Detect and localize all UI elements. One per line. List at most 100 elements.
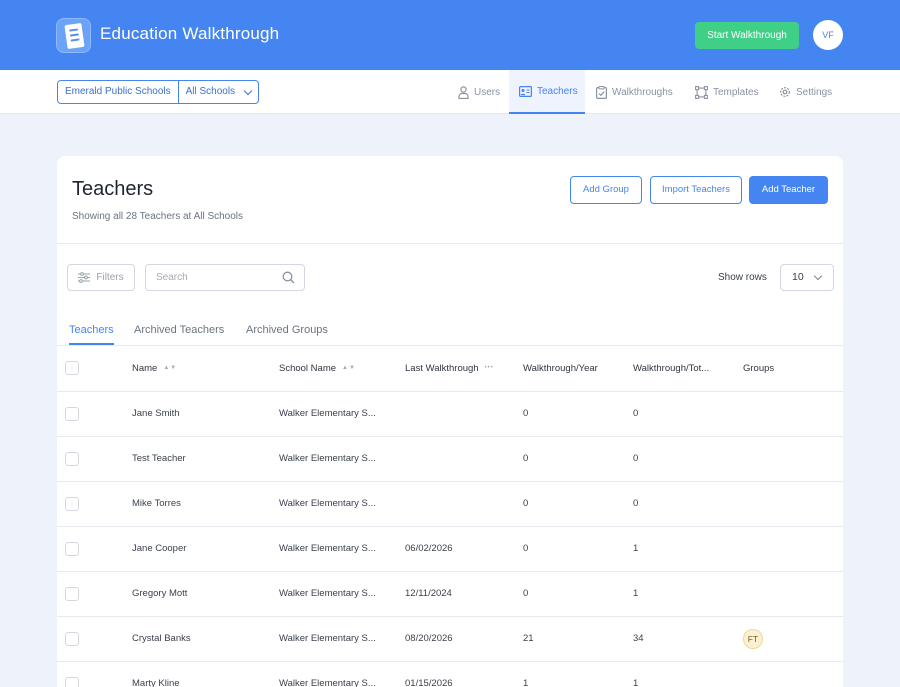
filters-label: Filters bbox=[96, 272, 124, 283]
table-row[interactable]: Jane Cooper Walker Elementary S... 06/02… bbox=[57, 526, 843, 572]
teacher-name[interactable]: Jane Cooper bbox=[132, 526, 279, 572]
chevron-down-icon bbox=[243, 86, 253, 95]
more-icon[interactable]: ••• bbox=[485, 365, 494, 371]
column-header-last-walkthrough[interactable]: Last Walkthrough ••• bbox=[405, 346, 523, 392]
teachers-table: Name ▲▼ School Name ▲▼ Last Walkthrough •••… bbox=[57, 346, 843, 687]
teachers-card: Teachers Showing all 28 Teachers at All … bbox=[57, 156, 843, 687]
row-checkbox[interactable] bbox=[65, 541, 79, 556]
school-name: Walker Elementary S... bbox=[279, 391, 405, 437]
nav-tab-teachers[interactable]: Teachers bbox=[509, 70, 585, 114]
school-scope-dropdown[interactable]: All Schools bbox=[179, 81, 258, 103]
sort-icon[interactable]: ▲▼ bbox=[163, 365, 177, 371]
column-header-name[interactable]: Name ▲▼ bbox=[132, 346, 279, 392]
nav-tab-users[interactable]: Users bbox=[458, 70, 500, 114]
walkthroughs-total: 1 bbox=[633, 661, 743, 687]
add-teacher-button[interactable]: Add Teacher bbox=[749, 176, 828, 204]
start-walkthrough-button[interactable]: Start Walkthrough bbox=[695, 22, 799, 49]
teacher-name[interactable]: Marty Kline bbox=[132, 661, 279, 687]
nav-label-teachers: Teachers bbox=[537, 85, 578, 97]
teacher-name[interactable]: Crystal Banks bbox=[132, 616, 279, 662]
last-walkthrough bbox=[405, 391, 523, 437]
page-subtitle: Showing all 28 Teachers at All Schools bbox=[72, 211, 244, 222]
app-header: Education Walkthrough Start Walkthrough … bbox=[0, 0, 900, 70]
sort-icon[interactable]: ▲▼ bbox=[342, 365, 356, 371]
group-badge[interactable]: FT bbox=[743, 628, 763, 649]
column-header-walkthrough-year[interactable]: Walkthrough/Year bbox=[523, 346, 633, 392]
table-row[interactable]: Gregory Mott Walker Elementary S... 12/1… bbox=[57, 571, 843, 617]
nav-label-settings: Settings bbox=[796, 86, 833, 98]
school-name: Walker Elementary S... bbox=[279, 661, 405, 687]
teacher-name[interactable]: Mike Torres bbox=[132, 481, 279, 527]
walkthroughs-year: 0 bbox=[523, 436, 633, 482]
sub-navigation: Emerald Public Schools All Schools Users… bbox=[0, 70, 900, 114]
school-name: Walker Elementary S... bbox=[279, 571, 405, 617]
page-title: Teachers bbox=[72, 178, 154, 200]
table-row[interactable]: Jane Smith Walker Elementary S... 0 0 bbox=[57, 391, 843, 437]
school-name: Walker Elementary S... bbox=[279, 481, 405, 527]
clipboard-logo-icon bbox=[56, 18, 91, 53]
groups-cell: FT bbox=[743, 616, 843, 662]
walkthroughs-year: 21 bbox=[523, 616, 633, 662]
row-checkbox[interactable] bbox=[65, 496, 79, 511]
groups-cell bbox=[743, 526, 843, 572]
column-header-groups[interactable]: Groups bbox=[743, 346, 843, 392]
sliders-icon bbox=[78, 272, 91, 283]
table-header-row: Name ▲▼ School Name ▲▼ Last Walkthrough •••… bbox=[57, 346, 843, 392]
tab-teachers[interactable]: Teachers bbox=[69, 324, 114, 345]
row-checkbox[interactable] bbox=[65, 676, 79, 687]
chevron-down-icon bbox=[813, 271, 823, 281]
last-walkthrough: 12/11/2024 bbox=[405, 571, 523, 617]
row-checkbox[interactable] bbox=[65, 406, 79, 421]
select-all-checkbox[interactable] bbox=[65, 361, 79, 376]
tab-archived-teachers[interactable]: Archived Teachers bbox=[134, 324, 224, 343]
table-row[interactable]: Crystal Banks Walker Elementary S... 08/… bbox=[57, 616, 843, 662]
import-teachers-button[interactable]: Import Teachers bbox=[650, 176, 742, 204]
tab-archived-groups[interactable]: Archived Groups bbox=[246, 324, 328, 343]
add-group-button[interactable]: Add Group bbox=[570, 176, 642, 204]
groups-cell bbox=[743, 481, 843, 527]
gear-icon bbox=[780, 87, 790, 97]
last-walkthrough bbox=[405, 481, 523, 527]
teacher-tabs: Teachers Archived Teachers Archived Grou… bbox=[57, 316, 843, 346]
row-checkbox[interactable] bbox=[65, 451, 79, 466]
groups-cell bbox=[743, 436, 843, 482]
walkthroughs-year: 0 bbox=[523, 481, 633, 527]
user-avatar[interactable]: VF bbox=[813, 20, 843, 50]
walkthroughs-year: 0 bbox=[523, 391, 633, 437]
walkthroughs-year: 0 bbox=[523, 571, 633, 617]
nav-tab-templates[interactable]: Templates bbox=[695, 70, 759, 114]
table-row[interactable]: Mike Torres Walker Elementary S... 0 0 bbox=[57, 481, 843, 527]
rows-per-page-value: 10 bbox=[792, 271, 804, 283]
district-name[interactable]: Emerald Public Schools bbox=[58, 81, 179, 103]
nav-tab-walkthroughs[interactable]: Walkthroughs bbox=[596, 70, 673, 114]
user-icon bbox=[458, 85, 469, 99]
school-picker[interactable]: Emerald Public Schools All Schools bbox=[57, 80, 260, 104]
column-header-school[interactable]: School Name ▲▼ bbox=[279, 346, 405, 392]
app-title: Education Walkthrough bbox=[100, 24, 280, 43]
teacher-name[interactable]: Gregory Mott bbox=[132, 571, 279, 617]
table-row[interactable]: Marty Kline Walker Elementary S... 01/15… bbox=[57, 661, 843, 687]
filters-button[interactable]: Filters bbox=[67, 264, 135, 291]
row-checkbox[interactable] bbox=[65, 586, 79, 601]
teacher-name[interactable]: Jane Smith bbox=[132, 391, 279, 437]
groups-cell bbox=[743, 391, 843, 437]
search-icon bbox=[282, 271, 295, 284]
walkthroughs-total: 1 bbox=[633, 526, 743, 572]
table-row[interactable]: Test Teacher Walker Elementary S... 0 0 bbox=[57, 436, 843, 482]
header-divider bbox=[57, 243, 843, 244]
teacher-name[interactable]: Test Teacher bbox=[132, 436, 279, 482]
rows-per-page-select[interactable]: 10 bbox=[780, 264, 834, 291]
last-walkthrough bbox=[405, 436, 523, 482]
groups-cell bbox=[743, 571, 843, 617]
show-rows-label: Show rows bbox=[718, 272, 767, 283]
school-name: Walker Elementary S... bbox=[279, 616, 405, 662]
school-name: Walker Elementary S... bbox=[279, 436, 405, 482]
walkthroughs-total: 34 bbox=[633, 616, 743, 662]
search-input[interactable] bbox=[145, 264, 305, 291]
nav-tab-settings[interactable]: Settings bbox=[779, 70, 832, 114]
row-checkbox[interactable] bbox=[65, 631, 79, 646]
last-walkthrough: 08/20/2026 bbox=[405, 616, 523, 662]
school-scope-label: All Schools bbox=[185, 86, 236, 97]
nav-label-walkthroughs: Walkthroughs bbox=[612, 86, 673, 98]
column-header-walkthrough-total[interactable]: Walkthrough/Tot... bbox=[633, 346, 743, 392]
